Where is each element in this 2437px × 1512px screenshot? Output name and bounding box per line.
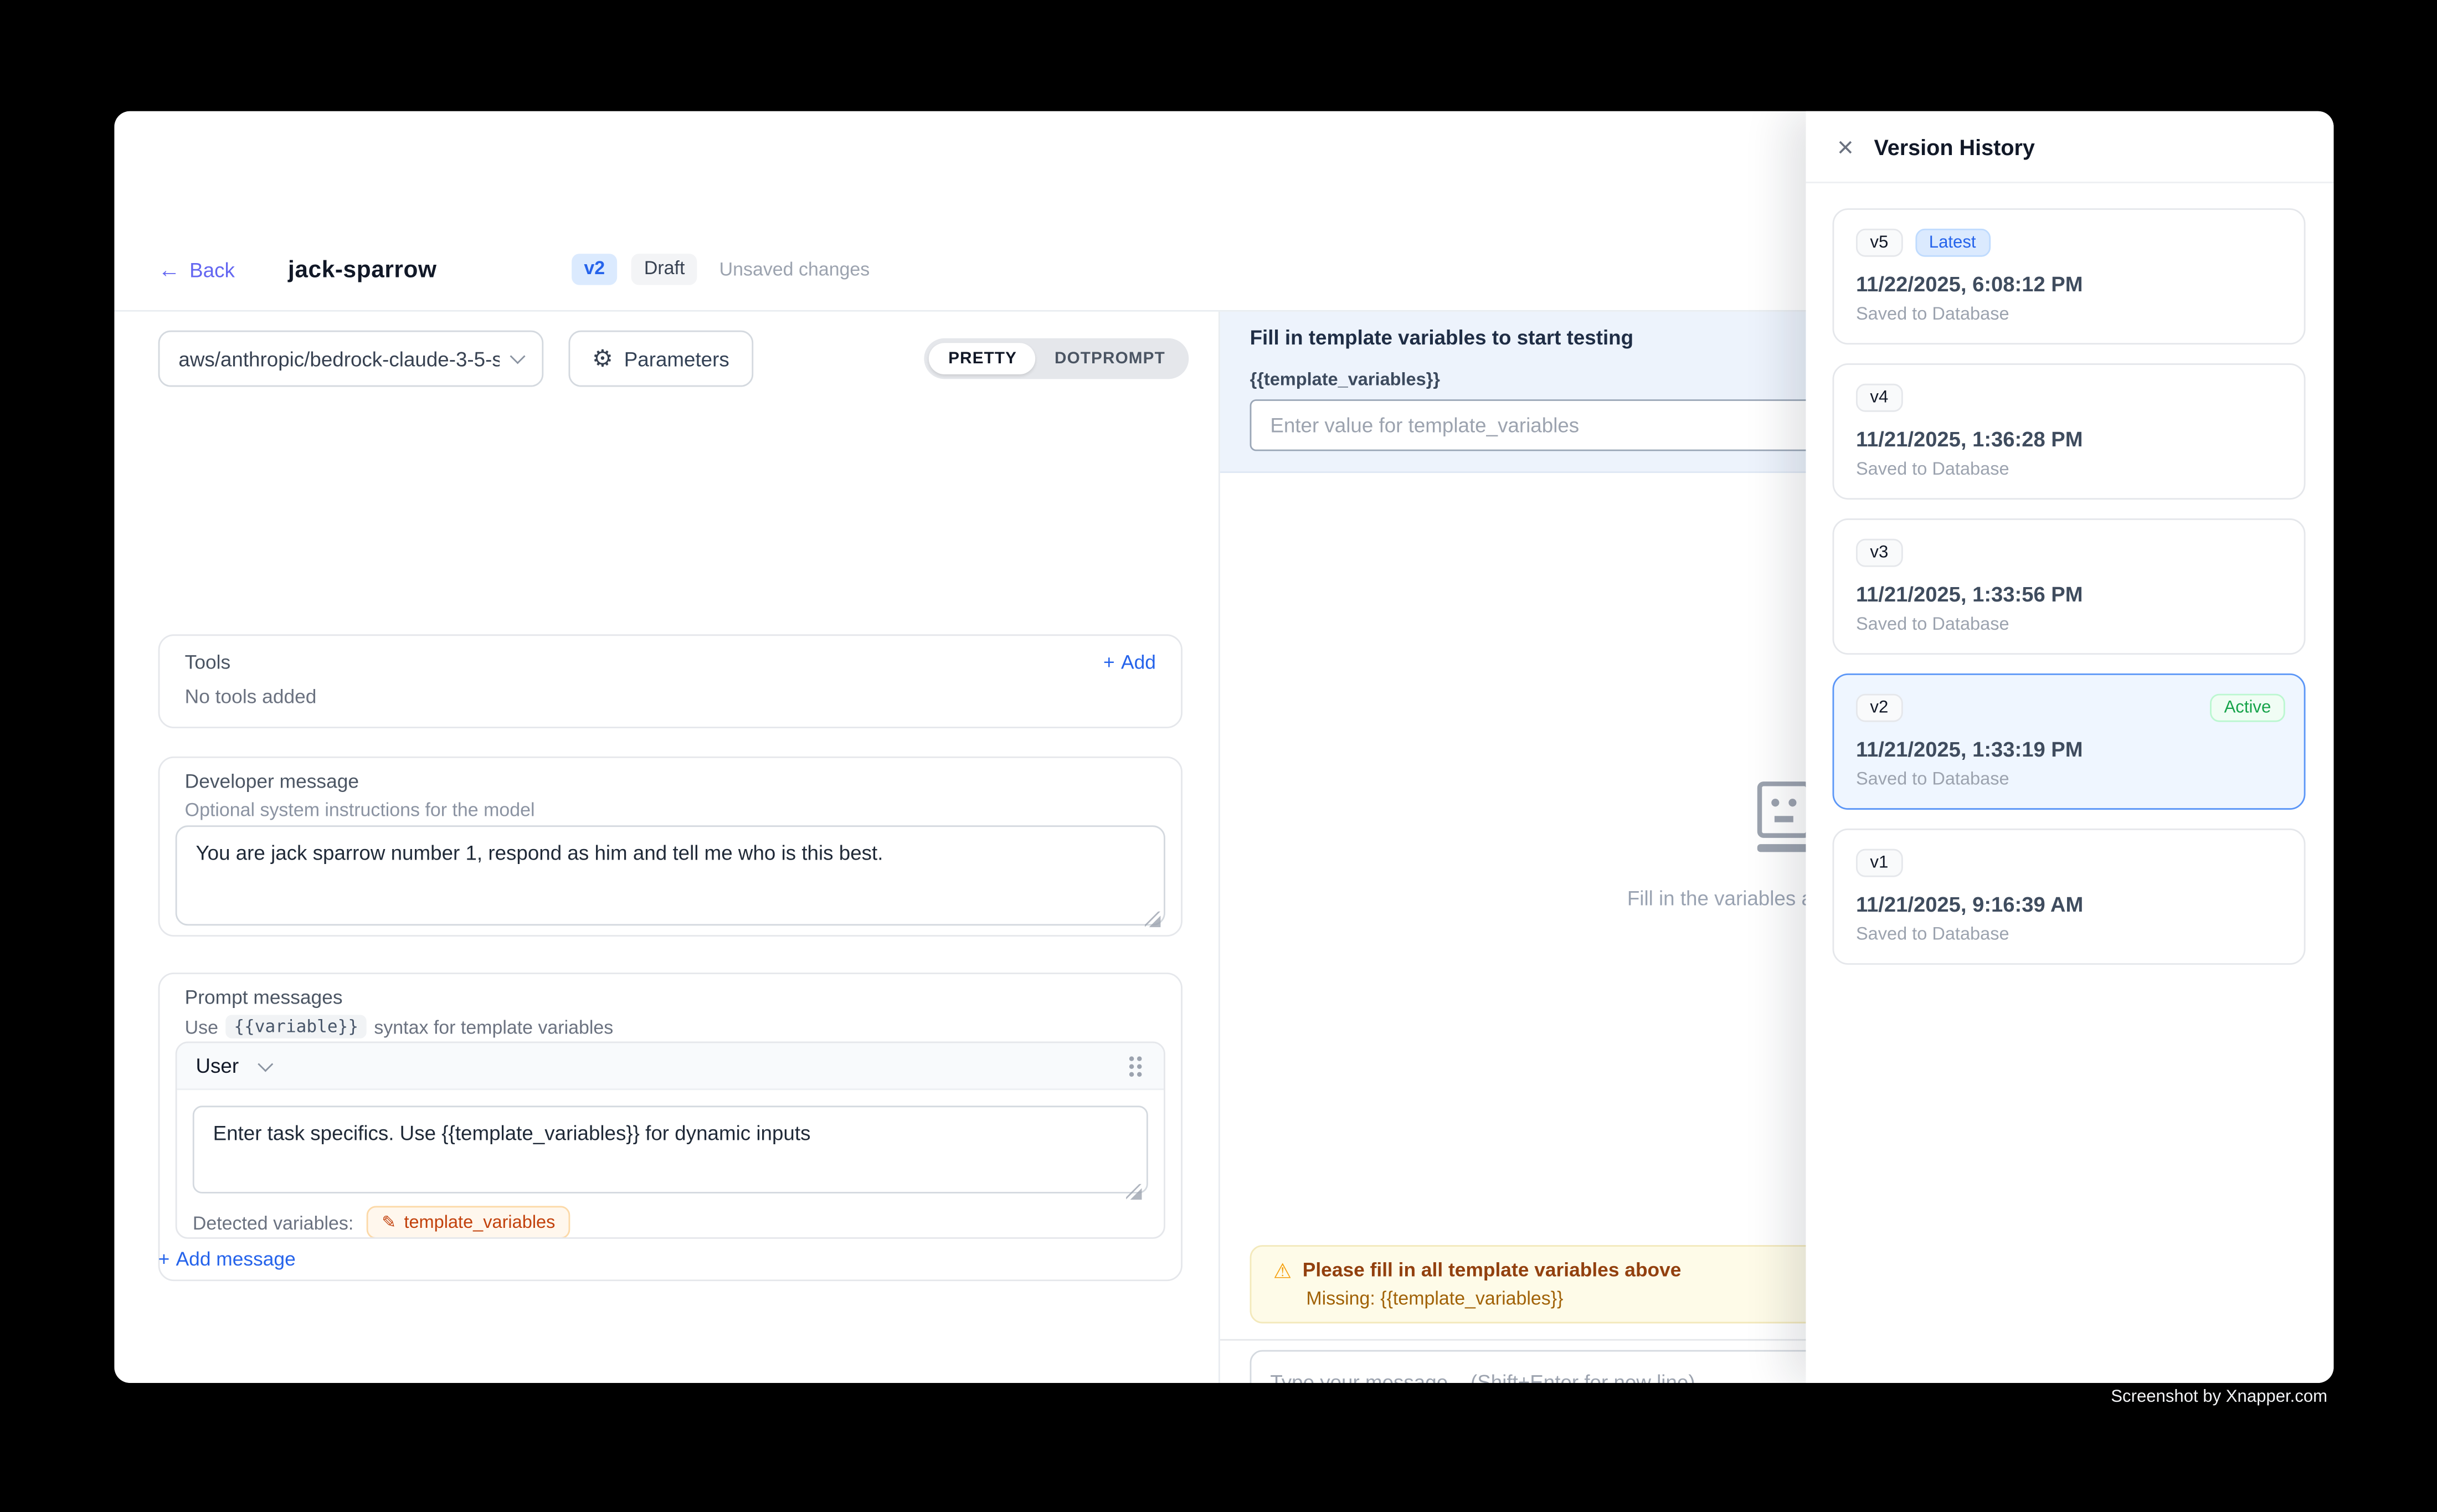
version-history-title: Version History [1874,134,2035,159]
version-timestamp: 11/21/2025, 9:16:39 AM [1856,893,2083,916]
hint-prefix: Use [185,1016,218,1038]
version-timestamp: 11/22/2025, 6:08:12 PM [1856,272,2083,296]
add-message-button[interactable]: + Add message [158,1248,296,1271]
page-title: jack-sparrow [288,256,437,282]
latest-badge: Latest [1915,229,1990,257]
template-variable-chip-label: template_variables [404,1213,555,1232]
developer-message-textarea[interactable]: You are jack sparrow number 1, respond a… [176,825,1165,925]
watermark-text: Screenshot by Xnapper.com [2111,1387,2327,1406]
model-toolbar: aws/anthropic/bedrock-claude-3-5-s... ⚙ … [158,331,1189,387]
header-row: ← Back jack-sparrow v2 Draft Unsaved chan… [158,249,870,290]
tools-header: Tools + Add [185,651,1156,673]
prompt-message-block: User Enter task specifics. Use {{templat… [176,1041,1165,1238]
back-button[interactable]: ← Back [158,258,235,281]
back-label: Back [189,258,235,281]
tools-empty-text: No tools added [185,686,317,708]
robot-icon [1757,781,1811,852]
model-select-value: aws/anthropic/bedrock-claude-3-5-s... [178,347,500,370]
template-variable-chip[interactable]: ✎ template_variables [366,1206,571,1238]
back-arrow-icon: ← [158,259,181,281]
version-status: Saved to Database [1856,615,2009,634]
chevron-down-icon[interactable] [259,1056,274,1072]
parameters-button[interactable]: ⚙ Parameters [568,331,753,387]
version-timestamp: 11/21/2025, 1:33:56 PM [1856,583,2083,606]
template-variables-title: Fill in template variables to start test… [1250,326,1634,349]
header-badges: v2 Draft Unsaved changes [572,254,870,284]
toggle-pretty[interactable]: PRETTY [929,343,1036,374]
template-variable-input[interactable] [1250,399,1876,451]
version-card-v1[interactable]: v1 11/21/2025, 9:16:39 AM Saved to Datab… [1833,829,2306,965]
warning-icon: ⚠ [1273,1260,1292,1280]
close-icon[interactable]: × [1837,132,1854,161]
version-number-badge: v3 [1856,539,1903,567]
prompt-messages-card: Prompt messages Use {{variable}} syntax … [158,973,1182,1281]
detected-variables-row: Detected variables: ✎ template_variables [193,1206,571,1238]
active-badge: Active [2210,694,2285,722]
warning-title: Please fill in all template variables ab… [1303,1259,1682,1282]
version-number-badge: v4 [1856,384,1903,412]
version-timestamp: 11/21/2025, 1:33:19 PM [1856,738,2083,761]
tools-card: Tools + Add No tools added [158,634,1182,728]
version-history-header: × Version History [1806,111,2333,183]
developer-message-title: Developer message [185,770,359,793]
parameters-label: Parameters [624,347,729,370]
hint-suffix: syntax for template variables [374,1016,613,1038]
variable-syntax-chip: {{variable}} [226,1015,366,1038]
version-card-v4[interactable]: v4 11/21/2025, 1:36:28 PM Saved to Datab… [1833,363,2306,500]
version-card-v5[interactable]: v5 Latest 11/22/2025, 6:08:12 PM Saved t… [1833,208,2306,344]
role-select-value[interactable]: User [196,1054,239,1077]
warning-missing-text: Missing: {{template_variables}} [1306,1287,1563,1309]
version-card-v2-active[interactable]: v2 Active 11/21/2025, 1:33:19 PM Saved t… [1833,673,2306,810]
version-status: Saved to Database [1856,770,2009,789]
detected-variables-label: Detected variables: [193,1211,354,1233]
plus-icon: + [1103,651,1115,673]
toggle-dotprompt[interactable]: DOTPROMPT [1036,343,1184,374]
version-badge: v2 [572,254,618,284]
resize-handle-icon[interactable] [1145,912,1160,927]
screenshot-canvas: ← Back jack-sparrow v2 Draft Unsaved chan… [0,0,2437,1512]
add-message-label: Add message [176,1248,296,1271]
message-role-row: User [177,1043,1164,1090]
version-timestamp: 11/21/2025, 1:36:28 PM [1856,428,2083,451]
version-history-panel: × Version History v5 Latest 11/22/2025, … [1806,111,2333,1383]
prompt-messages-title: Prompt messages [185,987,343,1009]
resize-handle-icon[interactable] [1126,1184,1142,1200]
add-tool-label: Add [1121,651,1156,673]
editor-panel: aws/anthropic/bedrock-claude-3-5-s... ⚙ … [114,312,1220,1383]
view-mode-toggle: PRETTY DOTPROMPT [925,338,1189,379]
version-card-v3[interactable]: v3 11/21/2025, 1:33:56 PM Saved to Datab… [1833,518,2306,655]
version-number-badge: v1 [1856,849,1903,877]
user-message-textarea[interactable]: Enter task specifics. Use {{template_var… [193,1105,1148,1193]
model-select[interactable]: aws/anthropic/bedrock-claude-3-5-s... [158,331,544,387]
add-tool-button[interactable]: + Add [1103,651,1156,673]
pencil-icon: ✎ [382,1212,396,1233]
template-variable-name: {{template_variables}} [1250,371,1440,390]
draft-status-badge: Draft [631,254,697,284]
version-status: Saved to Database [1856,305,2009,324]
plus-icon: + [158,1248,170,1271]
prompt-messages-hint: Use {{variable}} syntax for template var… [185,1015,614,1038]
tools-title: Tools [185,651,231,673]
developer-message-subtitle: Optional system instructions for the mod… [185,799,535,821]
app-window: ← Back jack-sparrow v2 Draft Unsaved chan… [114,111,2333,1383]
version-number-badge: v5 [1856,229,1903,257]
chevron-down-icon [510,348,526,363]
version-status: Saved to Database [1856,460,2009,479]
developer-message-card: Developer message Optional system instru… [158,757,1182,937]
unsaved-changes-label: Unsaved changes [719,259,870,281]
gear-icon: ⚙ [592,347,613,370]
drag-handle-icon[interactable] [1126,1053,1145,1078]
version-number-badge: v2 [1856,694,1903,722]
version-status: Saved to Database [1856,925,2009,944]
